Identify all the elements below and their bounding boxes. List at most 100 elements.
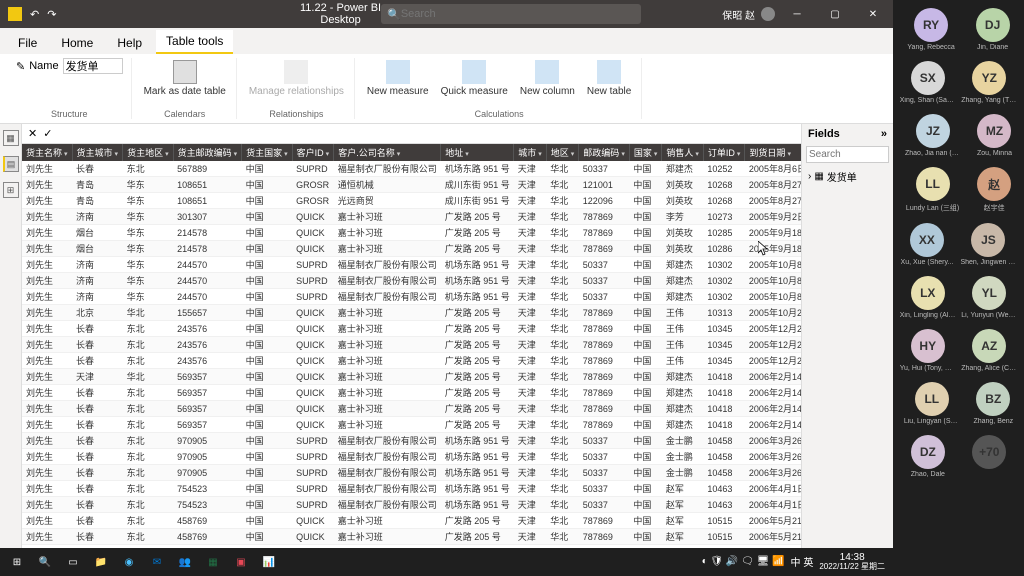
taskbar-search-icon[interactable]: 🔍 [32,550,58,574]
user-avatar[interactable] [761,7,775,21]
report-view-icon[interactable]: ▦ [3,130,19,146]
redo-icon[interactable]: ↷ [47,8,56,21]
new-column-button[interactable]: New column [518,58,577,99]
participant[interactable]: LXXin, Lingling (Alic... [900,276,956,319]
column-header[interactable]: 货主名称▾ [22,144,72,161]
table-row[interactable]: 刘先生长春东北243576中国QUICK嘉士补习班广发路 205 号天津华北78… [22,337,801,353]
participant[interactable]: HYYu, Hui (Tony, CM... [900,329,956,372]
ime-indicator[interactable]: 中 英 [791,554,814,569]
close-button[interactable]: ✕ [857,0,889,28]
excel-icon[interactable]: ▦ [200,550,226,574]
table-row[interactable]: 刘先生长春东北567889中国SUPRD福星制衣厂股份有限公司机场东路 951 … [22,161,801,177]
data-grid[interactable]: 货主名称▾货主城市▾货主地区▾货主邮政编码▾货主国家▾客户ID▾客户.公司名称▾… [22,144,801,558]
maximize-button[interactable]: ▢ [819,0,851,28]
table-row[interactable]: 刘先生济南华东244570中国SUPRD福星制衣厂股份有限公司机场东路 951 … [22,257,801,273]
participant[interactable]: AZZhang, Alice (CO... [961,329,1017,372]
clock-date: 2022/11/22 星期二 [819,563,885,572]
column-header[interactable]: 地址▾ [441,144,514,161]
column-header[interactable]: 邮政编码▾ [579,144,630,161]
participant[interactable]: JSShen, Jingwen (S... [960,223,1016,266]
table-row[interactable]: 刘先生长春东北970905中国SUPRD福星制衣厂股份有限公司机场东路 951 … [22,433,801,449]
table-row[interactable]: 刘先生长春东北458769中国QUICK嘉士补习班广发路 205 号天津华北78… [22,513,801,529]
participant[interactable]: XXXu, Xue (Shery... [901,223,954,266]
table-row[interactable]: 刘先生济南华东301307中国QUICK嘉士补习班广发路 205 号天津华北78… [22,209,801,225]
table-row[interactable]: 刘先生长春东北243576中国QUICK嘉士补习班广发路 205 号天津华北78… [22,353,801,369]
table-icon: ▦ [814,171,823,182]
participant[interactable]: LLLundy Lan (三组) [906,167,959,213]
table-row[interactable]: 刘先生济南华东244570中国SUPRD福星制衣厂股份有限公司机场东路 951 … [22,273,801,289]
mark-date-button[interactable]: Mark as date table [142,58,228,99]
participant[interactable]: BZZhang, Benz [973,382,1013,425]
column-header[interactable]: 国家▾ [629,144,662,161]
fields-table-item[interactable]: ›▦发货单 [802,165,893,188]
tab-tabletools[interactable]: Table tools [156,30,233,54]
table-row[interactable]: 刘先生北京华北155657中国QUICK嘉士补习班广发路 205 号天津华北78… [22,305,801,321]
undo-icon[interactable]: ↶ [30,8,39,21]
minimize-button[interactable]: ─ [781,0,813,28]
new-table-button[interactable]: New table [585,58,633,99]
table-row[interactable]: 刘先生长春东北243576中国QUICK嘉士补习班广发路 205 号天津华北78… [22,321,801,337]
table-row[interactable]: 刘先生青岛华东108651中国GROSR光远商贸成川东街 951 号天津华北12… [22,193,801,209]
table-row[interactable]: 刘先生长春东北458769中国QUICK嘉士补习班广发路 205 号天津华北78… [22,529,801,545]
participant[interactable]: JZZhao, Jia nan (PC... [905,114,961,157]
tab-file[interactable]: File [8,32,47,54]
table-row[interactable]: 刘先生长春东北970905中国SUPRD福星制衣厂股份有限公司机场东路 951 … [22,465,801,481]
quick-measure-button[interactable]: Quick measure [439,58,510,99]
group-relationships: Relationships [269,109,323,119]
tab-help[interactable]: Help [107,32,152,54]
table-row[interactable]: 刘先生长春东北754523中国SUPRD福星制衣厂股份有限公司机场东路 951 … [22,497,801,513]
explorer-icon[interactable]: 📁 [88,550,114,574]
collapse-icon[interactable]: » [881,128,887,140]
participant[interactable]: MZZou, Minna [977,114,1012,157]
search-input[interactable] [401,8,635,20]
tray-icons[interactable]: ◐ 🛡 🔊 🗨 🖥 📶 [702,556,785,567]
participant[interactable]: DJJin, Diane [976,8,1010,51]
data-view-icon[interactable]: ▤ [3,156,19,172]
teams-icon[interactable]: 👥 [172,550,198,574]
table-row[interactable]: 刘先生长春东北569357中国QUICK嘉士补习班广发路 205 号天津华北78… [22,417,801,433]
column-header[interactable]: 到货日期▾ [745,144,801,161]
table-row[interactable]: 刘先生长春东北569357中国QUICK嘉士补习班广发路 205 号天津华北78… [22,385,801,401]
new-measure-button[interactable]: New measure [365,58,431,99]
app-icon [8,7,22,21]
fields-search[interactable] [806,146,889,163]
column-header[interactable]: 货主城市▾ [72,144,123,161]
column-header[interactable]: 销售人▾ [662,144,704,161]
table-row[interactable]: 刘先生烟台华东214578中国QUICK嘉士补习班广发路 205 号天津华北78… [22,241,801,257]
powerbi-icon[interactable]: 📊 [256,550,282,574]
table-row[interactable]: 刘先生天津华北569357中国QUICK嘉士补习班广发路 205 号天津华北78… [22,369,801,385]
cancel-icon[interactable]: ✕ [28,127,37,140]
start-button[interactable]: ⊞ [4,550,30,574]
participant[interactable]: DZZhao, Dale [911,435,945,478]
participant[interactable]: SXXing, Shan (Sandr... [900,61,956,104]
app-icon-2[interactable]: ▣ [228,550,254,574]
table-row[interactable]: 刘先生长春东北569357中国QUICK嘉士补习班广发路 205 号天津华北78… [22,401,801,417]
participant[interactable]: 赵赵宇佳 [977,167,1011,213]
column-header[interactable]: 地区▾ [546,144,579,161]
column-header[interactable]: 客户.公司名称▾ [334,144,441,161]
table-row[interactable]: 刘先生青岛华东108651中国GROSR通恒机械成川东街 951 号天津华北12… [22,177,801,193]
table-row[interactable]: 刘先生长春东北754523中国SUPRD福星制衣厂股份有限公司机场东路 951 … [22,481,801,497]
table-row[interactable]: 刘先生长春东北970905中国SUPRD福星制衣厂股份有限公司机场东路 951 … [22,449,801,465]
participant[interactable]: +70 [972,435,1006,478]
column-header[interactable]: 货主邮政编码▾ [173,144,242,161]
table-row[interactable]: 刘先生济南华东244570中国SUPRD福星制衣厂股份有限公司机场东路 951 … [22,289,801,305]
model-view-icon[interactable]: ⊞ [3,182,19,198]
search-box[interactable]: 🔍 [381,4,641,24]
tab-home[interactable]: Home [51,32,103,54]
column-header[interactable]: 订单ID▾ [703,144,745,161]
column-header[interactable]: 城市▾ [514,144,547,161]
participant[interactable]: YZZhang, Yang (TEC... [961,61,1017,104]
participant[interactable]: LLLiu, Lingyan (Sun... [904,382,960,425]
table-row[interactable]: 刘先生烟台华东214578中国QUICK嘉士补习班广发路 205 号天津华北78… [22,225,801,241]
confirm-icon[interactable]: ✓ [43,127,52,140]
edge-icon[interactable]: ◉ [116,550,142,574]
participant[interactable]: RYYang, Rebecca [907,8,954,51]
taskview-icon[interactable]: ▭ [60,550,86,574]
column-header[interactable]: 货主地区▾ [123,144,174,161]
participant[interactable]: YLLi, Yunyun (Wend... [961,276,1017,319]
column-header[interactable]: 货主国家▾ [242,144,293,161]
column-header[interactable]: 客户ID▾ [292,144,334,161]
name-input[interactable] [63,58,123,74]
outlook-icon[interactable]: ✉ [144,550,170,574]
